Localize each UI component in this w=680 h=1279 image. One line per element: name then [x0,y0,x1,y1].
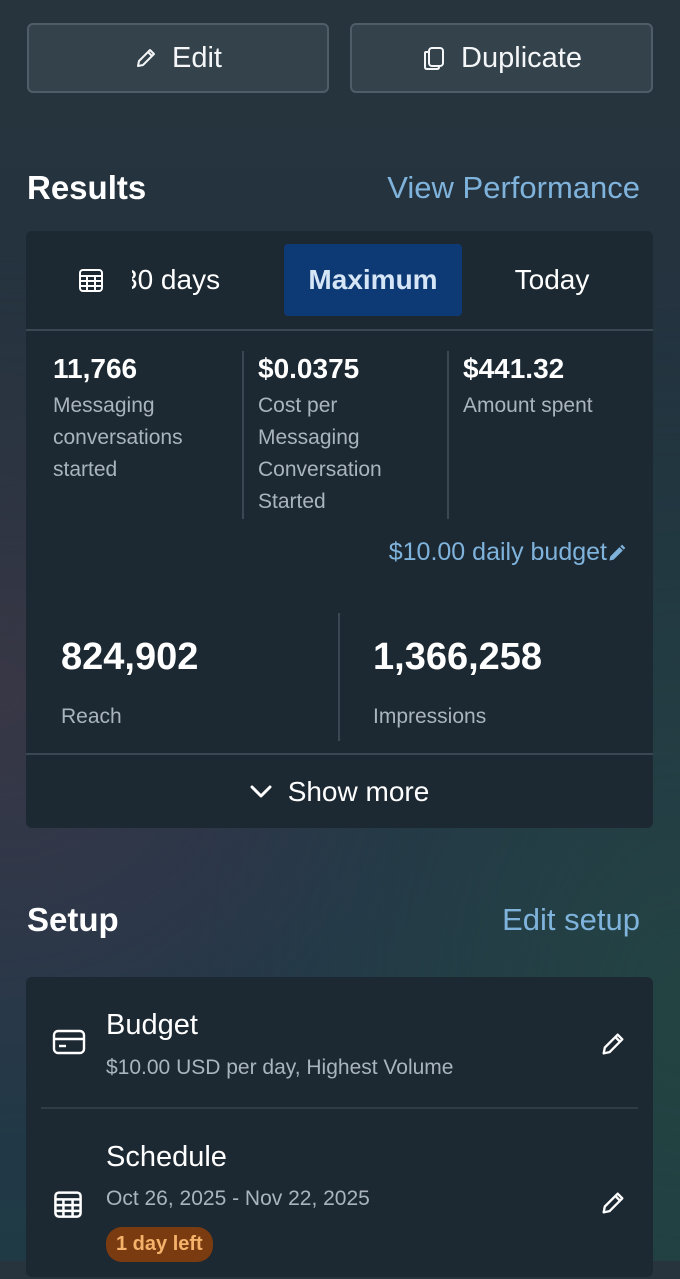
calendar-icon [54,1191,82,1218]
divider [26,329,653,331]
calendar-tab[interactable] [66,244,116,316]
copy-icon [424,47,445,70]
results-card: 30 days Maximum Today 11,766 Messaging c… [26,231,653,828]
duplicate-button-label: Duplicate [461,41,582,74]
edit-button[interactable]: Edit [27,23,329,93]
calendar-icon [79,269,103,292]
tab-30-days[interactable]: 30 days [132,244,262,316]
tab-today[interactable]: Today [482,244,622,316]
setup-title: Setup [27,901,119,938]
pencil-icon[interactable] [599,1030,627,1058]
metric-amount-spent: $441.32 Amount spent [463,353,593,417]
divider [338,613,340,741]
divider [447,351,449,519]
pencil-icon[interactable] [599,1189,627,1217]
metric-cost-per-conversation: $0.0375 Cost per Messaging Conversation … [258,353,382,513]
setup-row-schedule[interactable]: Schedule Oct 26, 2025 - Nov 22, 2025 1 d… [26,1109,653,1279]
setup-row-subtitle: $10.00 USD per day, Highest Volume [106,1056,454,1079]
edit-setup-link[interactable]: Edit setup [502,902,640,938]
duplicate-button[interactable]: Duplicate [350,23,653,93]
reach-metric: 824,902 Reach [61,636,199,728]
divider [242,351,244,519]
date-range-tabs: 30 days Maximum Today [26,231,653,331]
pencil-icon [609,544,626,560]
results-title: Results [27,169,147,206]
setup-card: Budget $10.00 USD per day, Highest Volum… [26,977,653,1277]
view-performance-link[interactable]: View Performance [387,170,640,206]
setup-row-title: Schedule [106,1141,227,1173]
tab-maximum[interactable]: Maximum [284,244,462,316]
chevron-down-icon [250,785,272,797]
edit-button-label: Edit [172,41,222,74]
status-badge: 1 day left [106,1227,213,1262]
setup-row-title: Budget [106,1009,198,1041]
setup-row-budget[interactable]: Budget $10.00 USD per day, Highest Volum… [26,977,653,1107]
card-icon [52,1029,86,1055]
show-more-button[interactable]: Show more [26,755,653,828]
metric-messaging-conversations: 11,766 Messaging conversations started [53,353,183,481]
impressions-metric: 1,366,258 Impressions [373,636,543,728]
setup-row-subtitle: Oct 26, 2025 - Nov 22, 2025 [106,1187,370,1210]
pencil-icon [137,49,155,67]
daily-budget-link[interactable]: $10.00 daily budget [389,538,627,567]
